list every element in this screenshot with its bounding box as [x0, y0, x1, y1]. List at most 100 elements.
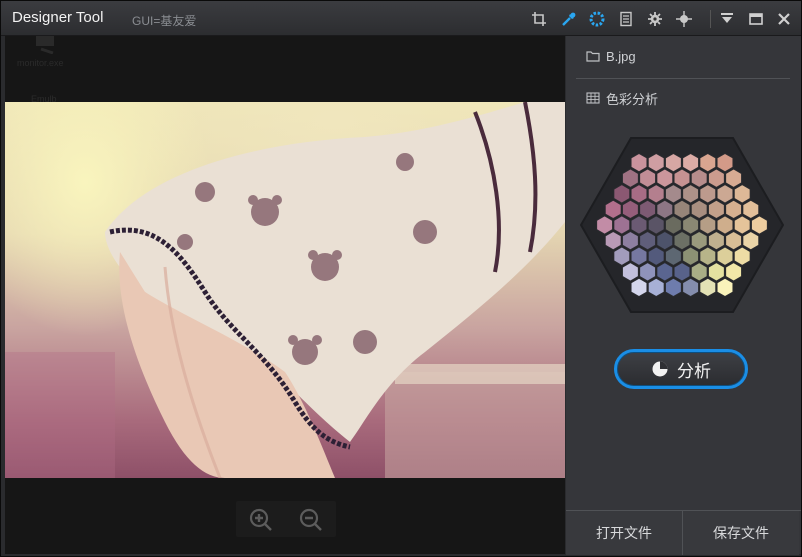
palette-swatch[interactable] — [707, 168, 725, 188]
move-icon[interactable] — [674, 9, 694, 29]
palette-swatch[interactable] — [682, 246, 700, 266]
image-canvas[interactable]: monitor.exe Emulb — [5, 36, 565, 554]
background-label: monitor.exe — [17, 58, 64, 68]
palette-swatch[interactable] — [716, 246, 734, 266]
right-panel: B.jpg 色彩分析 分析 打开文件 保存文件 — [566, 36, 801, 555]
open-file-button[interactable]: 打开文件 — [566, 511, 683, 555]
palette-swatch[interactable] — [699, 246, 717, 266]
palette-swatch[interactable] — [673, 230, 691, 251]
palette-swatch[interactable] — [664, 215, 682, 235]
palette-swatch[interactable] — [613, 215, 631, 235]
palette-swatch[interactable] — [639, 199, 657, 220]
palette-swatch[interactable] — [621, 230, 639, 251]
gear-icon[interactable] — [645, 9, 665, 29]
palette-swatch[interactable] — [690, 230, 708, 251]
palette-swatch[interactable] — [733, 246, 751, 266]
palette-swatch[interactable] — [707, 262, 725, 282]
palette-swatch[interactable] — [630, 152, 648, 173]
palette-swatch[interactable] — [733, 215, 751, 235]
palette-swatch[interactable] — [613, 246, 631, 266]
dropdown-icon[interactable] — [717, 9, 737, 29]
grid-icon — [586, 92, 600, 104]
palette-swatch[interactable] — [604, 230, 622, 251]
palette-swatch[interactable] — [725, 262, 743, 282]
palette-swatch[interactable] — [699, 215, 717, 235]
color-palette-hexagon — [579, 136, 785, 314]
zoom-out-icon[interactable] — [298, 507, 324, 533]
palette-swatch[interactable] — [725, 230, 743, 251]
palette-swatch[interactable] — [673, 262, 691, 282]
palette-swatch[interactable] — [621, 262, 639, 282]
zoom-in-icon[interactable] — [248, 507, 274, 533]
palette-swatch[interactable] — [699, 152, 717, 173]
palette-swatch[interactable] — [630, 246, 648, 266]
palette-swatch[interactable] — [690, 262, 708, 282]
palette-swatch[interactable] — [596, 215, 614, 235]
color-analysis-header: 色彩分析 — [586, 88, 658, 108]
monitor-icon — [36, 36, 54, 54]
palette-swatch[interactable] — [682, 277, 700, 298]
palette-swatch[interactable] — [621, 199, 639, 220]
close-icon[interactable] — [774, 9, 794, 29]
palette-swatch[interactable] — [690, 168, 708, 188]
save-file-button[interactable]: 保存文件 — [683, 511, 799, 555]
palette-swatch[interactable] — [647, 215, 665, 235]
palette-swatch[interactable] — [664, 184, 682, 204]
palette-swatch[interactable] — [742, 199, 760, 220]
palette-swatch[interactable] — [716, 152, 734, 173]
palette-swatch[interactable] — [733, 184, 751, 204]
loading-ring-icon[interactable] — [587, 9, 607, 29]
palette-swatch[interactable] — [656, 262, 674, 282]
palette-swatch[interactable] — [664, 152, 682, 173]
palette-swatch[interactable] — [673, 168, 691, 188]
section-title: 色彩分析 — [606, 91, 659, 107]
folder-icon — [586, 51, 600, 62]
palette-swatch[interactable] — [664, 246, 682, 266]
palette-swatch[interactable] — [621, 168, 639, 188]
palette-swatch[interactable] — [647, 152, 665, 173]
palette-swatch[interactable] — [647, 277, 665, 298]
loaded-photo — [5, 102, 565, 478]
palette-swatch[interactable] — [630, 277, 648, 298]
file-name: B.jpg — [606, 48, 636, 64]
eyedropper-icon[interactable] — [559, 9, 579, 29]
app-window: Designer Tool GUI=基友爱 monitor.exe Emulb … — [0, 0, 802, 557]
palette-swatch[interactable] — [656, 230, 674, 251]
palette-swatch[interactable] — [639, 168, 657, 188]
app-title: Designer Tool — [12, 9, 104, 26]
palette-swatch[interactable] — [630, 184, 648, 204]
palette-swatch[interactable] — [656, 199, 674, 220]
file-row[interactable]: B.jpg — [586, 46, 636, 66]
palette-swatch[interactable] — [613, 184, 631, 204]
palette-swatch[interactable] — [716, 184, 734, 204]
palette-swatch[interactable] — [682, 184, 700, 204]
palette-swatch[interactable] — [750, 215, 768, 235]
maximize-icon[interactable] — [746, 9, 766, 29]
palette-swatch[interactable] — [639, 262, 657, 282]
title-bar[interactable]: Designer Tool GUI=基友爱 — [1, 1, 801, 36]
pie-chart-icon — [652, 361, 668, 377]
palette-swatch[interactable] — [699, 184, 717, 204]
palette-swatch[interactable] — [716, 215, 734, 235]
palette-swatch[interactable] — [725, 199, 743, 220]
palette-swatch[interactable] — [707, 230, 725, 251]
palette-swatch[interactable] — [699, 277, 717, 298]
palette-swatch[interactable] — [742, 230, 760, 251]
palette-swatch[interactable] — [630, 215, 648, 235]
palette-swatch[interactable] — [664, 277, 682, 298]
palette-swatch[interactable] — [725, 168, 743, 188]
palette-swatch[interactable] — [707, 199, 725, 220]
analyze-button[interactable]: 分析 — [614, 349, 748, 389]
palette-swatch[interactable] — [716, 277, 734, 298]
palette-swatch[interactable] — [647, 184, 665, 204]
palette-swatch[interactable] — [682, 152, 700, 173]
palette-swatch[interactable] — [604, 199, 622, 220]
document-icon[interactable] — [616, 9, 636, 29]
palette-swatch[interactable] — [673, 199, 691, 220]
palette-swatch[interactable] — [647, 246, 665, 266]
crop-icon[interactable] — [529, 9, 549, 29]
palette-swatch[interactable] — [690, 199, 708, 220]
palette-swatch[interactable] — [639, 230, 657, 251]
palette-swatch[interactable] — [682, 215, 700, 235]
palette-swatch[interactable] — [656, 168, 674, 188]
